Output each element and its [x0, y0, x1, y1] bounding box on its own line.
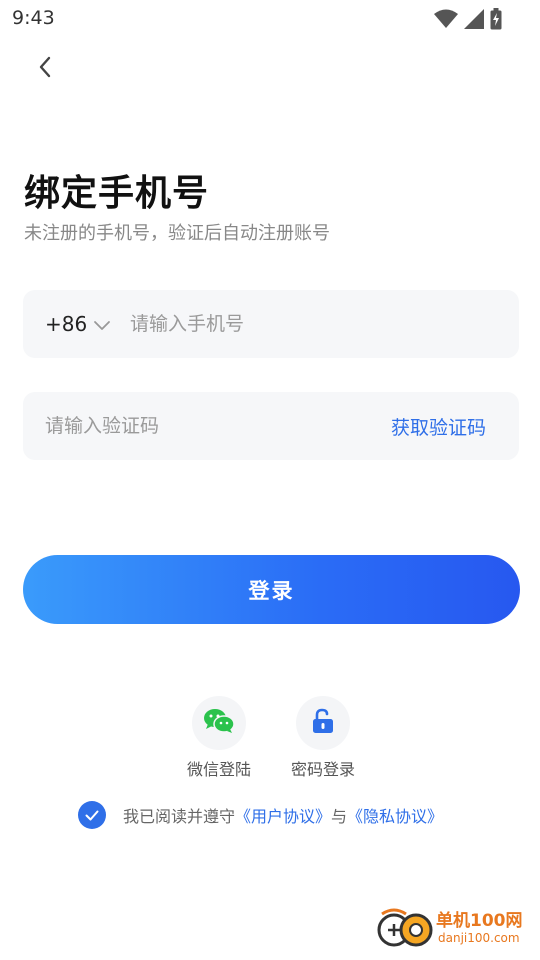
- watermark-logo-icon: [376, 908, 434, 952]
- get-code-button[interactable]: 获取验证码: [391, 392, 486, 460]
- wechat-login-label: 微信登陆: [186, 760, 251, 779]
- agreement-connector: 与: [331, 807, 348, 826]
- chevron-down-icon: [93, 312, 111, 336]
- page-subtitle: 未注册的手机号，验证后自动注册账号: [24, 223, 330, 244]
- phone-input[interactable]: [130, 290, 500, 358]
- status-bar: 9:43: [0, 0, 540, 38]
- password-login-label: 密码登录: [290, 760, 355, 779]
- wechat-login-circle: [192, 696, 246, 750]
- checkmark-icon: [85, 806, 99, 825]
- page-title: 绑定手机号: [24, 173, 210, 214]
- wechat-login-button[interactable]: 微信登陆: [164, 696, 274, 780]
- unlock-icon: [311, 708, 335, 738]
- login-button[interactable]: 登录: [23, 555, 520, 624]
- country-code-label: +86: [45, 312, 88, 336]
- privacy-policy-link[interactable]: 《隐私协议》: [347, 803, 443, 827]
- status-time: 9:43: [12, 7, 55, 29]
- battery-icon: [490, 8, 502, 34]
- country-code-selector[interactable]: +86: [45, 290, 111, 358]
- chevron-left-icon: [38, 56, 52, 82]
- agreement-prefix: 我已阅读并遵守: [123, 807, 236, 826]
- code-input[interactable]: [45, 392, 375, 460]
- agreement-row: 我已阅读并遵守 《用户协议》 与 《隐私协议》: [78, 801, 443, 829]
- signal-icon: [464, 9, 484, 33]
- watermark-name: 单机100网: [436, 911, 523, 931]
- user-agreement-link[interactable]: 《用户协议》: [235, 803, 331, 827]
- watermark-domain: danji100.com: [438, 931, 520, 945]
- back-button[interactable]: [26, 50, 64, 88]
- phone-field: +86: [23, 290, 519, 358]
- watermark: 单机100网 danji100.com: [376, 902, 536, 956]
- wifi-icon: [434, 9, 458, 33]
- agreement-checkbox[interactable]: [78, 801, 106, 829]
- code-field: 获取验证码: [23, 392, 519, 460]
- password-login-circle: [296, 696, 350, 750]
- wechat-icon: [203, 708, 235, 738]
- status-icons: [434, 8, 502, 34]
- password-login-button[interactable]: 密码登录: [268, 696, 378, 780]
